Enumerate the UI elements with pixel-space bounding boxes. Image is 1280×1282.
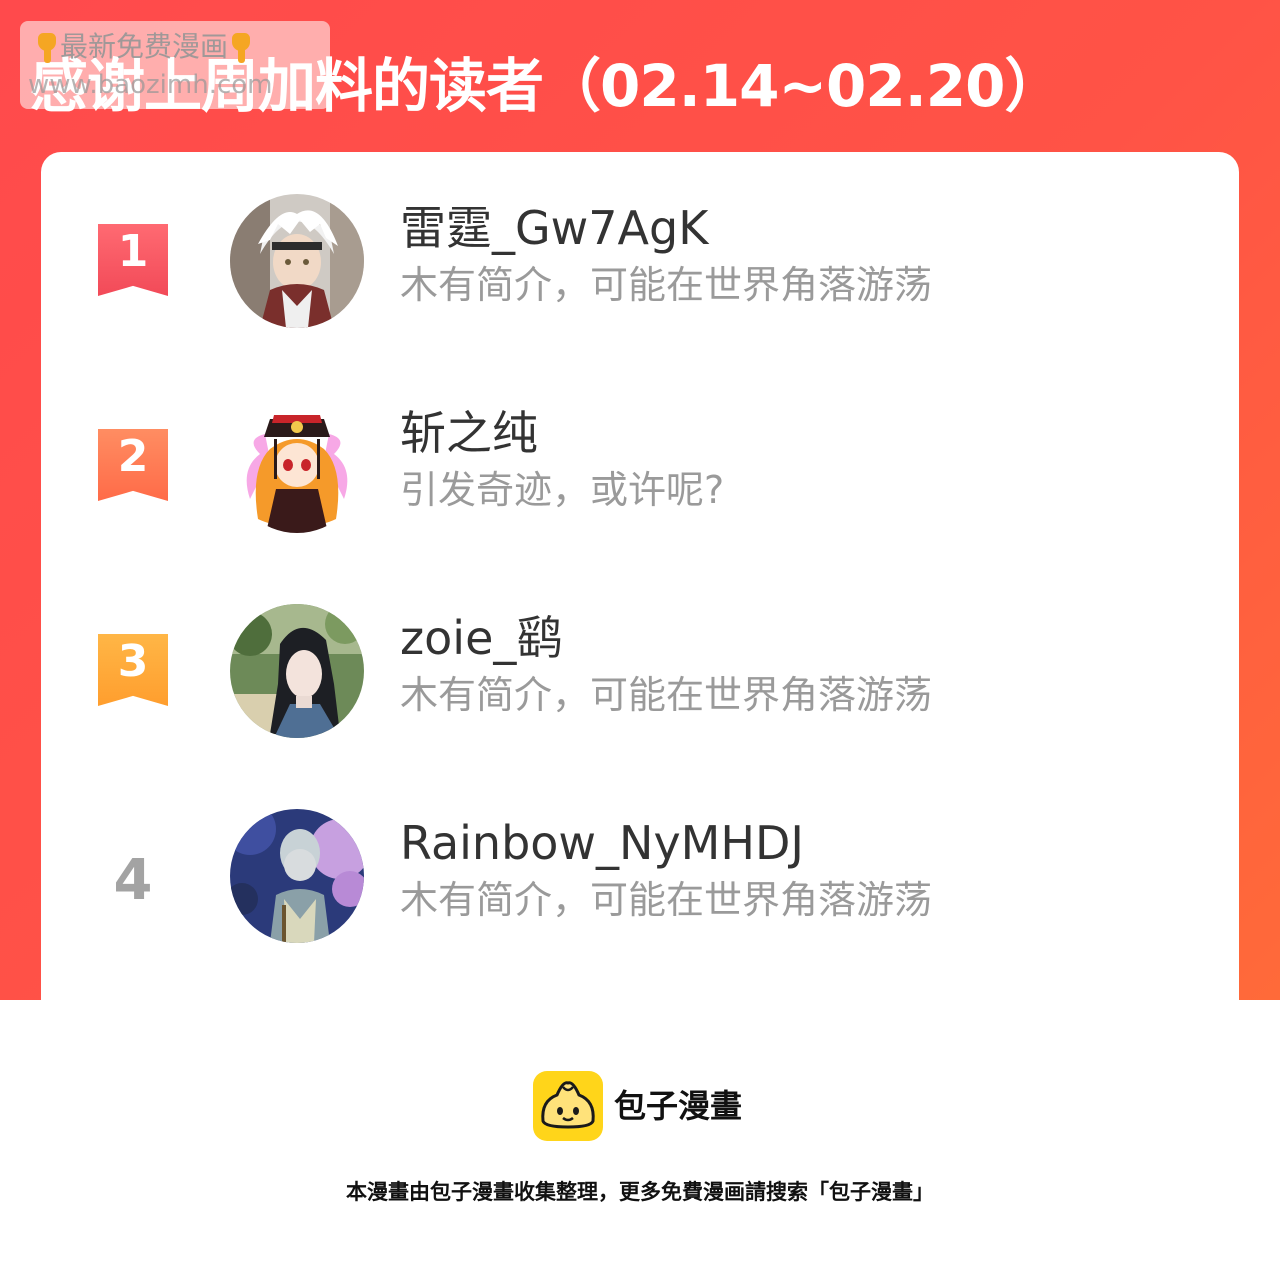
bun-mascot-icon[interactable] <box>533 1071 603 1141</box>
rank-badge-2: 2 <box>98 429 168 501</box>
header-banner: 感谢上周加料的读者（02.14~02.20） 最新免费漫画 www.baozim… <box>0 0 1280 1000</box>
avatar[interactable] <box>230 399 364 533</box>
reader-row-1[interactable]: 1 雷霆_Gw7AgK 木有简介，可能在世界角落游荡 <box>41 194 1239 334</box>
rank-badge-3: 3 <box>98 634 168 706</box>
reader-name[interactable]: Rainbow_NyMHDJ <box>400 813 804 873</box>
avatar[interactable] <box>230 194 364 328</box>
reader-bio: 引发奇迹，或许呢? <box>400 468 725 512</box>
reader-name[interactable]: 雷霆_Gw7AgK <box>400 198 708 258</box>
rank-badge-1: 1 <box>98 224 168 296</box>
reader-name[interactable]: zoie_鹞 <box>400 608 562 668</box>
reader-row-3[interactable]: 3 zoie_鹞 木有简介，可能在世界角落游荡 <box>41 604 1239 744</box>
reader-bio: 木有简介，可能在世界角落游荡 <box>400 263 933 307</box>
reader-list-card: 1 雷霆_Gw7AgK 木有简介，可能在世界角落游荡 2 斩之纯 引发奇迹，或许… <box>41 152 1239 1000</box>
avatar[interactable] <box>230 809 364 943</box>
reader-name[interactable]: 斩之纯 <box>400 403 538 463</box>
avatar[interactable] <box>230 604 364 738</box>
pointing-hand-icon <box>228 33 254 63</box>
footer-note: 本漫畫由包子漫畫收集整理，更多免費漫画請搜索「包子漫畫」 <box>346 1180 934 1204</box>
reader-bio: 木有简介，可能在世界角落游荡 <box>400 673 933 717</box>
reader-row-2[interactable]: 2 斩之纯 引发奇迹，或许呢? <box>41 399 1239 539</box>
rank-number-4: 4 <box>113 848 153 913</box>
watermark: 最新免费漫画 www.baozimh.com <box>20 21 330 109</box>
pointing-hand-icon <box>34 33 60 63</box>
watermark-line1: 最新免费漫画 <box>34 29 254 65</box>
reader-bio: 木有简介，可能在世界角落游荡 <box>400 878 933 922</box>
reader-row-4[interactable]: 4 Rainbow_NyMHDJ 木有简介，可能在世界角落游荡 <box>41 809 1239 949</box>
watermark-url: www.baozimh.com <box>28 70 273 100</box>
brand-name[interactable]: 包子漫畫 <box>614 1084 742 1128</box>
